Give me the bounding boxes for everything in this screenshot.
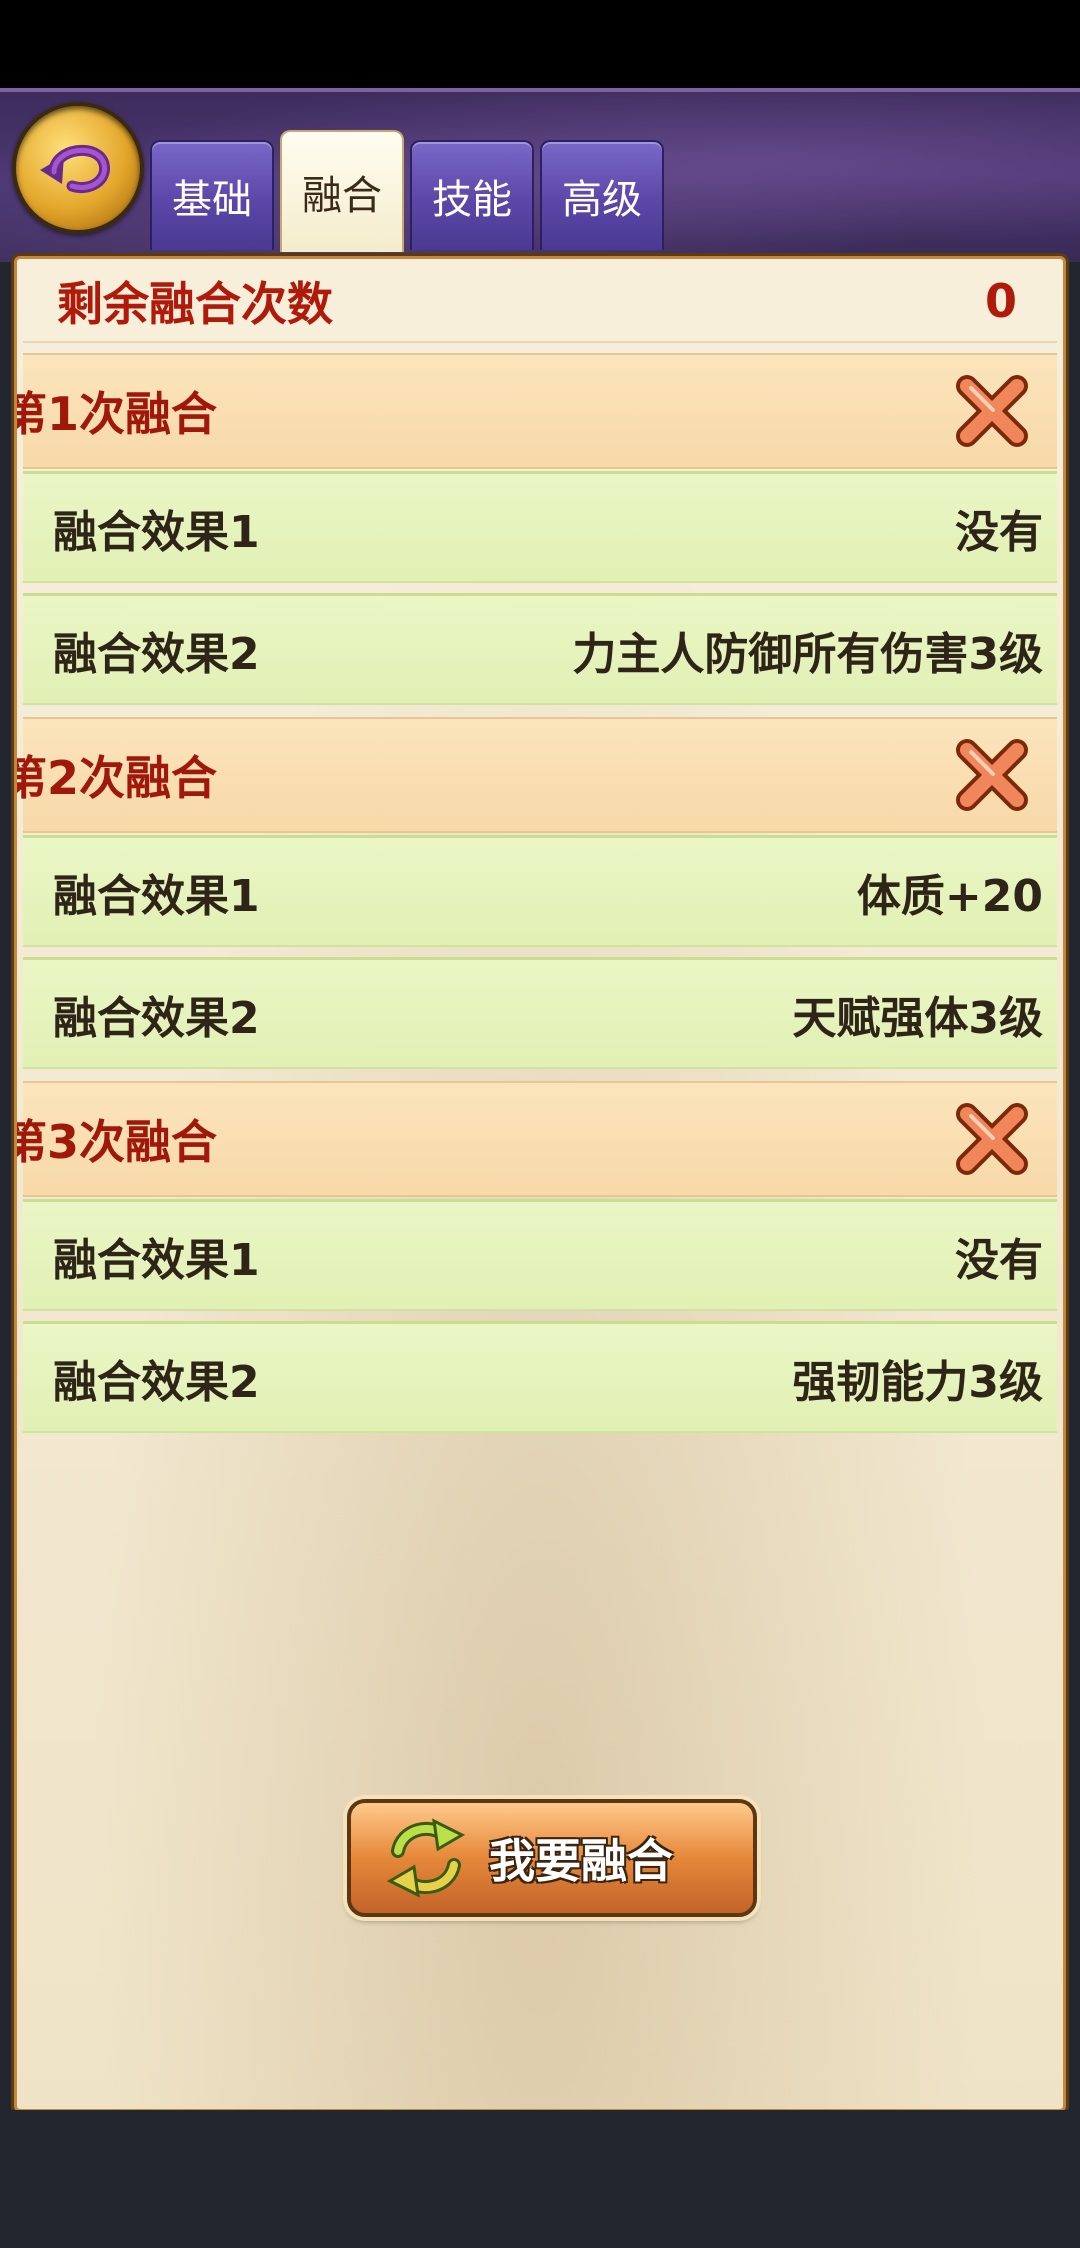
back-arrow-icon: [40, 144, 110, 193]
fusion-title: 第1次融合: [14, 387, 218, 441]
tab-fusion[interactable]: 融合: [280, 130, 404, 252]
fusion-header-3: 第3次融合: [17, 1081, 1057, 1197]
remove-fusion-button[interactable]: [951, 1098, 1033, 1180]
fusion-effect-row: 融合效果2 强韧能力3级: [23, 1321, 1057, 1433]
fusion-title: 第3次融合: [14, 1115, 218, 1169]
remaining-fusions-row: 剩余融合次数 0: [23, 261, 1057, 343]
effect-value: 天赋强体3级: [792, 992, 1043, 1044]
fusion-effect-row: 融合效果2 力主人防御所有伤害3级: [23, 593, 1057, 705]
fuse-button[interactable]: 我要融合: [347, 1799, 757, 1917]
close-icon: [956, 739, 1028, 811]
remove-fusion-button[interactable]: [951, 734, 1033, 816]
effect-value: 体质+20: [856, 870, 1043, 922]
effect-label: 融合效果1: [53, 506, 260, 558]
effect-value: 力主人防御所有伤害3级: [572, 628, 1043, 680]
effect-value: 强韧能力3级: [792, 1356, 1043, 1408]
fuse-button-label: 我要融合: [489, 1834, 673, 1888]
tab-skills[interactable]: 技能: [410, 140, 534, 250]
effect-label: 融合效果2: [53, 992, 260, 1044]
fusion-title: 第2次融合: [14, 751, 218, 805]
fusion-effect-row: 融合效果1 没有: [23, 1199, 1057, 1311]
effect-label: 融合效果2: [53, 628, 260, 680]
effect-label: 融合效果1: [53, 870, 260, 922]
effect-label: 融合效果2: [53, 1356, 260, 1408]
effect-value: 没有: [955, 506, 1043, 558]
effect-value: 没有: [955, 1234, 1043, 1286]
fusion-panel: 剩余融合次数 0 第1次融合 融合效果1 没有 融合效果2 力主人防御所有伤害3…: [14, 256, 1066, 2112]
back-button[interactable]: [12, 102, 144, 234]
effect-label: 融合效果1: [53, 1234, 260, 1286]
remaining-fusions-value: 0: [984, 274, 1017, 328]
remaining-fusions-label: 剩余融合次数: [57, 277, 333, 331]
tab-basic[interactable]: 基础: [150, 140, 274, 250]
status-bar: [0, 0, 1080, 88]
fusion-effect-row: 融合效果1 体质+20: [23, 835, 1057, 947]
fusion-header-1: 第1次融合: [17, 353, 1057, 469]
tab-advanced[interactable]: 高级: [540, 140, 664, 250]
fusion-effect-row: 融合效果1 没有: [23, 471, 1057, 583]
swap-arrows-icon: [371, 1808, 481, 1908]
fusion-effect-row: 融合效果2 天赋强体3级: [23, 957, 1057, 1069]
bottom-area: [0, 2110, 1080, 2248]
fusion-header-2: 第2次融合: [17, 717, 1057, 833]
close-icon: [956, 1103, 1028, 1175]
remove-fusion-button[interactable]: [951, 370, 1033, 452]
close-icon: [956, 375, 1028, 447]
